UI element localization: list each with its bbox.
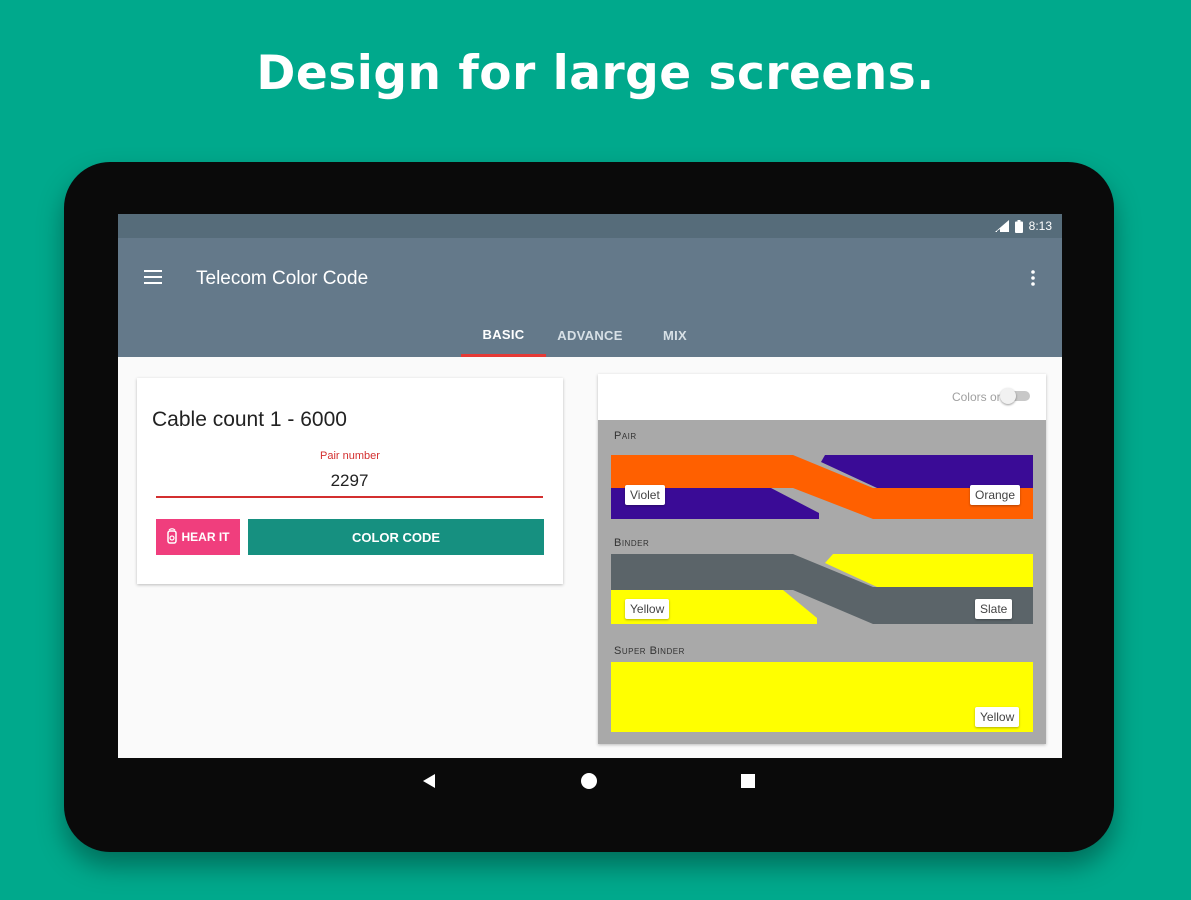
menu-icon[interactable] <box>142 266 164 288</box>
pair-number-input[interactable] <box>156 466 543 498</box>
recents-icon[interactable] <box>740 772 756 795</box>
status-time: 8:13 <box>1028 219 1052 233</box>
tab-basic[interactable]: BASIC <box>461 314 546 357</box>
navigation-bar <box>118 758 1062 808</box>
pair-tip-tag: Violet <box>625 485 665 505</box>
color-diagram: Pair Violet Orange Binder Yellow Slate S… <box>598 420 1046 744</box>
pair-ring-tag: Orange <box>970 485 1021 505</box>
binder-ring-tag: Slate <box>975 599 1013 619</box>
result-card: Colors only Pair Violet Orange Binder Ye… <box>598 374 1046 744</box>
calculator-card: Cable count 1 - 6000 Pair number HEAR IT… <box>137 378 563 584</box>
cable-count-title: Cable count 1 - 6000 <box>152 408 347 431</box>
speaker-icon <box>166 527 177 547</box>
hear-it-button[interactable]: HEAR IT <box>156 519 240 555</box>
binder-tip-tag: Yellow <box>625 599 670 619</box>
tab-bar: BASIC ADVANCE MIX <box>461 314 716 357</box>
signal-icon <box>994 220 1009 232</box>
app-bar: Telecom Color Code BASIC ADVANCE MIX <box>118 238 1062 357</box>
pair-number-label: Pair number <box>320 450 380 462</box>
home-icon[interactable] <box>580 772 598 795</box>
super-binder-tag: Yellow <box>975 707 1020 727</box>
app-screen: 8:13 Telecom Color Code BASIC ADVANCE MI… <box>118 214 1062 758</box>
binder-band <box>611 554 1033 624</box>
super-binder-section-label: Super Binder <box>614 645 685 657</box>
pair-section-label: Pair <box>614 430 637 442</box>
toggle-thumb <box>1000 388 1016 404</box>
binder-section-label: Binder <box>614 537 650 549</box>
tab-mix[interactable]: MIX <box>634 314 716 357</box>
color-code-button[interactable]: COLOR CODE <box>248 519 544 555</box>
overflow-icon[interactable] <box>1026 266 1040 290</box>
tab-advance[interactable]: ADVANCE <box>546 314 634 357</box>
status-bar: 8:13 <box>118 214 1062 238</box>
super-binder-band <box>611 662 1033 732</box>
battery-icon <box>1014 219 1023 233</box>
headline: Design for large screens. <box>256 46 935 101</box>
colors-only-toggle[interactable] <box>1000 388 1030 404</box>
app-title: Telecom Color Code <box>196 268 369 289</box>
back-icon[interactable] <box>421 772 437 795</box>
hear-it-label: HEAR IT <box>181 530 230 544</box>
